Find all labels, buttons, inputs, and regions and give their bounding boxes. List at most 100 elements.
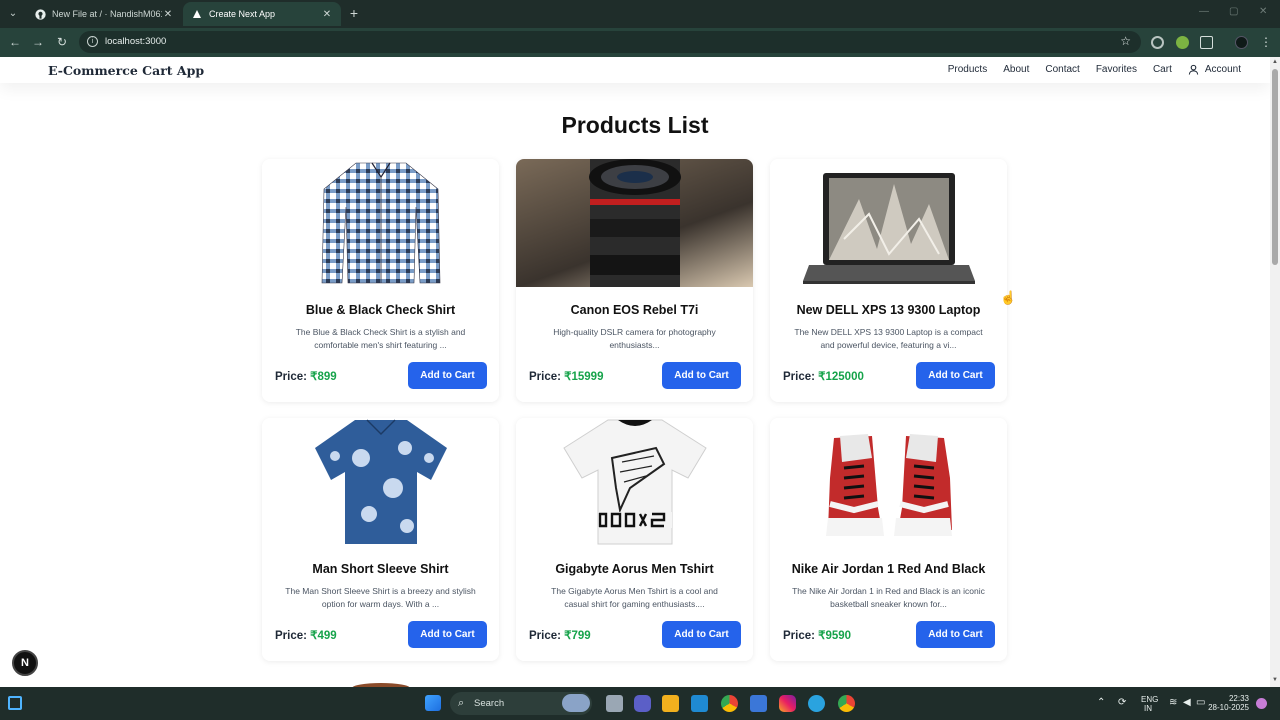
- url-text: localhost:3000: [105, 36, 167, 47]
- account-label: Account: [1204, 64, 1241, 75]
- price-label: Price:: [783, 630, 815, 642]
- product-card: Man Short Sleeve Shirt The Man Short Sle…: [262, 418, 499, 661]
- scroll-down-icon[interactable]: ▼: [1272, 677, 1278, 683]
- file-explorer-icon[interactable]: [662, 695, 679, 712]
- product-name[interactable]: Gigabyte Aorus Men Tshirt: [516, 562, 753, 576]
- widgets-icon[interactable]: [8, 696, 22, 710]
- nav-contact[interactable]: Contact: [1045, 64, 1079, 75]
- nextjs-dev-indicator[interactable]: N: [12, 650, 38, 676]
- product-description: The Gigabyte Aorus Men Tshirt is a cool …: [551, 586, 718, 609]
- add-to-cart-button[interactable]: Add to Cart: [916, 362, 995, 389]
- task-view-icon[interactable]: [606, 695, 623, 712]
- product-description: The Nike Air Jordan 1 in Red and Black i…: [792, 586, 985, 609]
- wifi-icon[interactable]: ≋: [1169, 697, 1177, 708]
- bookmark-star-icon[interactable]: ☆: [1120, 34, 1131, 48]
- url-field[interactable]: i localhost:3000 ☆: [79, 31, 1141, 53]
- add-to-cart-button[interactable]: Add to Cart: [408, 621, 487, 648]
- tab-search-icon[interactable]: ⌄: [5, 5, 21, 21]
- product-price: Price: ₹799: [529, 628, 591, 642]
- new-tab-button[interactable]: +: [346, 5, 362, 21]
- profile-avatar[interactable]: [1235, 36, 1248, 49]
- extension-icon[interactable]: [1176, 36, 1189, 49]
- price-amount: ₹499: [310, 630, 337, 642]
- price-amount: ₹15999: [564, 371, 604, 383]
- camera-lens-image[interactable]: [516, 159, 753, 287]
- add-to-cart-button[interactable]: Add to Cart: [916, 621, 995, 648]
- add-to-cart-button[interactable]: Add to Cart: [662, 362, 741, 389]
- product-name[interactable]: Man Short Sleeve Shirt: [262, 562, 499, 576]
- forward-icon[interactable]: →: [31, 35, 45, 49]
- nextjs-icon: [191, 8, 203, 20]
- sneakers-image[interactable]: [770, 418, 1007, 546]
- tab-create-next-app[interactable]: Create Next App ✕: [183, 2, 341, 26]
- product-price: Price: ₹125000: [783, 369, 864, 383]
- product-name[interactable]: Nike Air Jordan 1 Red And Black: [770, 562, 1007, 576]
- close-tab-icon[interactable]: ✕: [321, 9, 333, 20]
- back-icon[interactable]: ←: [8, 35, 22, 49]
- teams-icon[interactable]: [634, 695, 651, 712]
- price-label: Price:: [275, 371, 307, 383]
- nav-about[interactable]: About: [1003, 64, 1029, 75]
- product-name[interactable]: Canon EOS Rebel T7i: [516, 303, 753, 317]
- tshirt-image[interactable]: [516, 418, 753, 546]
- github-icon: [34, 8, 46, 20]
- laptop-image[interactable]: [770, 159, 1007, 287]
- shirt-image[interactable]: [262, 159, 499, 287]
- chrome-icon[interactable]: [838, 695, 855, 712]
- product-name[interactable]: New DELL XPS 13 9300 Laptop: [770, 303, 1007, 317]
- instagram-icon[interactable]: [779, 695, 796, 712]
- product-card: Canon EOS Rebel T7i High-quality DSLR ca…: [516, 159, 753, 402]
- price-amount: ₹9590: [818, 630, 852, 642]
- telegram-icon[interactable]: [808, 695, 825, 712]
- scroll-thumb[interactable]: [1272, 69, 1278, 265]
- nav-products[interactable]: Products: [948, 64, 987, 75]
- product-price: Price: ₹15999: [529, 369, 603, 383]
- clock-time: 22:33: [1228, 694, 1249, 703]
- extensions-puzzle-icon[interactable]: [1200, 36, 1213, 49]
- vscode-icon[interactable]: [691, 695, 708, 712]
- brand-logo[interactable]: E-Commerce Cart App: [48, 63, 204, 78]
- price-amount: ₹799: [564, 630, 591, 642]
- price-amount: ₹899: [310, 371, 337, 383]
- tab-title: New File at / · NandishM0618/e: [52, 9, 162, 19]
- battery-icon[interactable]: ▭: [1196, 697, 1205, 708]
- nav-favorites[interactable]: Favorites: [1096, 64, 1137, 75]
- product-card: New DELL XPS 13 9300 Laptop The New DELL…: [770, 159, 1007, 402]
- page-scrollbar[interactable]: ▲ ▼: [1270, 57, 1280, 687]
- windows-start-icon[interactable]: [425, 695, 441, 711]
- product-description: High-quality DSLR camera for photography…: [553, 327, 716, 350]
- store-icon[interactable]: [750, 695, 767, 712]
- hand-cursor-icon: ☝: [1000, 290, 1017, 305]
- close-window-icon[interactable]: ✕: [1259, 6, 1267, 17]
- clock[interactable]: 22:33 28-10-2025: [1207, 694, 1249, 712]
- menu-kebab-icon[interactable]: ⋮: [1259, 35, 1273, 49]
- chrome-icon[interactable]: [721, 695, 738, 712]
- volume-icon[interactable]: ◀: [1183, 697, 1191, 708]
- sync-icon[interactable]: ⟳: [1118, 697, 1126, 708]
- notification-icon[interactable]: [1256, 698, 1267, 709]
- price-label: Price:: [529, 630, 561, 642]
- user-icon: [1188, 64, 1199, 75]
- minimize-icon[interactable]: —: [1199, 6, 1209, 17]
- add-to-cart-button[interactable]: Add to Cart: [662, 621, 741, 648]
- reload-icon[interactable]: ↻: [55, 35, 69, 49]
- add-to-cart-button[interactable]: Add to Cart: [408, 362, 487, 389]
- tray-chevron-icon[interactable]: ⌃: [1097, 697, 1105, 708]
- product-card: Nike Air Jordan 1 Red And Black The Nike…: [770, 418, 1007, 661]
- product-price: Price: ₹499: [275, 628, 337, 642]
- floral-shirt-image[interactable]: [262, 418, 499, 546]
- product-name[interactable]: Blue & Black Check Shirt: [262, 303, 499, 317]
- language-top: ENG: [1141, 695, 1159, 704]
- clock-date: 28-10-2025: [1208, 703, 1249, 712]
- scroll-up-icon[interactable]: ▲: [1272, 59, 1278, 65]
- site-info-icon[interactable]: i: [87, 36, 98, 47]
- product-card: Gigabyte Aorus Men Tshirt The Gigabyte A…: [516, 418, 753, 661]
- nav-account[interactable]: Account: [1188, 64, 1241, 75]
- nav-cart[interactable]: Cart: [1153, 64, 1172, 75]
- extension-icon[interactable]: [1151, 36, 1164, 49]
- product-description: The New DELL XPS 13 9300 Laptop is a com…: [794, 327, 983, 350]
- tab-github[interactable]: New File at / · NandishM0618/e ✕: [26, 2, 182, 26]
- maximize-icon[interactable]: ▢: [1229, 6, 1238, 17]
- language-indicator[interactable]: ENG IN: [1141, 695, 1158, 713]
- close-tab-icon[interactable]: ✕: [162, 9, 174, 20]
